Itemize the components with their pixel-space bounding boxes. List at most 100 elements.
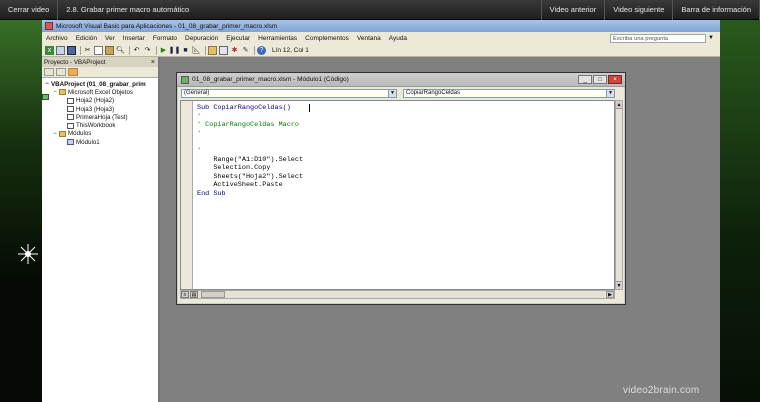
view-code-icon[interactable]: [44, 68, 54, 76]
menu-ejecutar[interactable]: Ejecutar: [222, 35, 254, 42]
menu-ver[interactable]: Ver: [101, 35, 119, 42]
close-video-button[interactable]: Cerrar video: [0, 0, 59, 20]
code-line: Sub CopiarRangoCeldas(): [197, 104, 291, 112]
toolbar-separator: [254, 45, 255, 55]
horizontal-scrollbar[interactable]: ≡ ▤ ▶: [180, 290, 615, 299]
tree-node-thisworkbook[interactable]: ThisWorkbook: [42, 121, 158, 129]
redo-icon[interactable]: ↷: [143, 46, 152, 55]
text-cursor: [309, 104, 310, 112]
find-icon[interactable]: 🔍︎: [116, 46, 125, 55]
prev-video-button[interactable]: Video anterior: [542, 0, 606, 20]
menu-edicion[interactable]: Edición: [72, 35, 101, 42]
insert-module-icon[interactable]: [56, 45, 65, 55]
margin-indicator-bar[interactable]: [181, 101, 193, 289]
window-buttons: _ □ ×: [577, 75, 622, 84]
project-explorer-icon[interactable]: [208, 45, 217, 55]
tree-node-label: Módulos: [68, 130, 92, 138]
info-bar-button[interactable]: Barra de información: [673, 0, 760, 20]
worksheet-icon: [67, 106, 74, 113]
tree-node-label: Hoja2 (Hoja2): [76, 97, 115, 105]
tree-node-label: ThisWorkbook: [76, 122, 116, 130]
vba-title-bar: Microsoft Visual Basic para Aplicaciones…: [42, 20, 720, 32]
menu-ventana[interactable]: Ventana: [353, 35, 385, 42]
save-icon[interactable]: [67, 45, 76, 55]
help-search-input[interactable]: Escriba una pregunta: [610, 33, 707, 43]
chevron-down-icon[interactable]: ▼: [388, 89, 396, 97]
scroll-down-icon[interactable]: ▼: [616, 281, 622, 289]
menu-bar: Archivo Edición Ver Insertar Formato Dep…: [42, 32, 720, 44]
toggle-folders-icon[interactable]: [68, 68, 78, 76]
lesson-title: 2.8. Grabar primer macro automático: [58, 0, 542, 20]
object-dropdown[interactable]: (General) ▼: [181, 88, 397, 98]
chevron-down-icon[interactable]: ▼: [708, 35, 714, 41]
object-browser-icon[interactable]: ✱: [230, 46, 239, 55]
tree-node-modulos[interactable]: − Módulos: [42, 130, 158, 138]
collapse-icon[interactable]: −: [44, 81, 50, 87]
toolbox-icon[interactable]: ✎: [241, 46, 250, 55]
minimize-icon[interactable]: _: [578, 75, 592, 84]
menu-archivo[interactable]: Archivo: [42, 35, 72, 42]
close-icon[interactable]: ×: [151, 59, 158, 66]
properties-icon[interactable]: [219, 45, 228, 55]
procedure-dropdown[interactable]: CopiarRangoCeldas ▼: [403, 88, 615, 98]
toolbar-separator: [156, 45, 157, 55]
scroll-up-icon[interactable]: ▲: [616, 101, 622, 109]
pause-icon[interactable]: ❚❚: [169, 46, 181, 55]
tree-node-hoja3[interactable]: Hoja3 (Hoja3): [42, 105, 158, 113]
tree-node-label: Módulo1: [76, 138, 100, 146]
code-line: ': [197, 112, 202, 121]
maximize-icon[interactable]: □: [593, 75, 607, 84]
design-mode-icon[interactable]: 📐︎: [192, 46, 201, 55]
tree-node-hoja2[interactable]: Hoja2 (Hoja2): [42, 97, 158, 105]
copy-icon[interactable]: [94, 45, 103, 55]
menu-complementos[interactable]: Complementos: [301, 35, 353, 42]
tree-node-modulo1[interactable]: Módulo1: [42, 138, 158, 146]
code-window: 01_08_grabar_primer_macro.xlsm - Módulo1…: [176, 72, 626, 305]
vba-logo-icon: [45, 22, 53, 30]
tree-node-primerahoja[interactable]: PrimeraHoja (Test): [42, 113, 158, 121]
view-object-icon[interactable]: [56, 68, 66, 76]
project-tree: − VBAProject (01_08_grabar_prim − Micros…: [42, 78, 158, 146]
full-module-view-icon[interactable]: ▤: [190, 291, 198, 298]
help-icon[interactable]: ?: [257, 45, 266, 55]
worksheet-icon: [67, 97, 74, 104]
menu-formato[interactable]: Formato: [149, 35, 181, 42]
chevron-down-icon[interactable]: ▼: [606, 89, 614, 97]
procedure-view-icon[interactable]: ≡: [181, 291, 189, 298]
workbook-icon: [67, 122, 74, 129]
menu-ayuda[interactable]: Ayuda: [385, 35, 411, 42]
code-line: End Sub: [197, 189, 226, 198]
project-explorer-toolbar: [42, 67, 158, 78]
scroll-right-icon[interactable]: ▶: [606, 291, 614, 298]
video-background-right: [715, 0, 760, 402]
brand-watermark: video2brain.com: [623, 385, 700, 396]
collapse-icon[interactable]: −: [52, 131, 58, 137]
module-icon: [67, 139, 74, 146]
tree-node-excel-objects[interactable]: − Microsoft Excel Objetos: [42, 88, 158, 96]
code-editor[interactable]: Sub CopiarRangoCeldas() ' ' CopiarRangoCel…: [180, 100, 615, 290]
paste-icon[interactable]: [105, 45, 114, 55]
menu-herramientas[interactable]: Herramientas: [254, 35, 301, 42]
vertical-scrollbar[interactable]: ▲ ▼: [615, 100, 623, 290]
menu-insertar[interactable]: Insertar: [119, 35, 149, 42]
code-line: ActiveSheet.Paste: [197, 181, 283, 190]
vba-editor-window: Microsoft Visual Basic para Aplicaciones…: [42, 20, 720, 402]
run-icon[interactable]: ▶: [159, 46, 168, 55]
code-line: Selection.Copy: [197, 164, 271, 173]
excel-view-icon[interactable]: x: [45, 45, 54, 55]
tree-node-label: Hoja3 (Hoja3): [76, 105, 115, 113]
close-icon[interactable]: ×: [608, 75, 622, 84]
tree-node-vbaproject[interactable]: − VBAProject (01_08_grabar_prim: [42, 80, 158, 100]
next-video-button[interactable]: Video siguiente: [605, 0, 674, 20]
help-search: Escriba una pregunta ▼: [610, 33, 714, 43]
stop-icon[interactable]: ■: [181, 46, 190, 55]
scroll-thumb[interactable]: [201, 291, 225, 298]
code-line: Range("A1:D10").Select: [197, 155, 304, 164]
cut-icon[interactable]: ✂: [83, 46, 92, 55]
collapse-icon[interactable]: −: [52, 89, 58, 95]
menu-depuracion[interactable]: Depuración: [181, 35, 222, 42]
code-line: ': [197, 129, 202, 138]
video-background-left: [0, 0, 42, 402]
undo-icon[interactable]: ↶: [132, 46, 141, 55]
